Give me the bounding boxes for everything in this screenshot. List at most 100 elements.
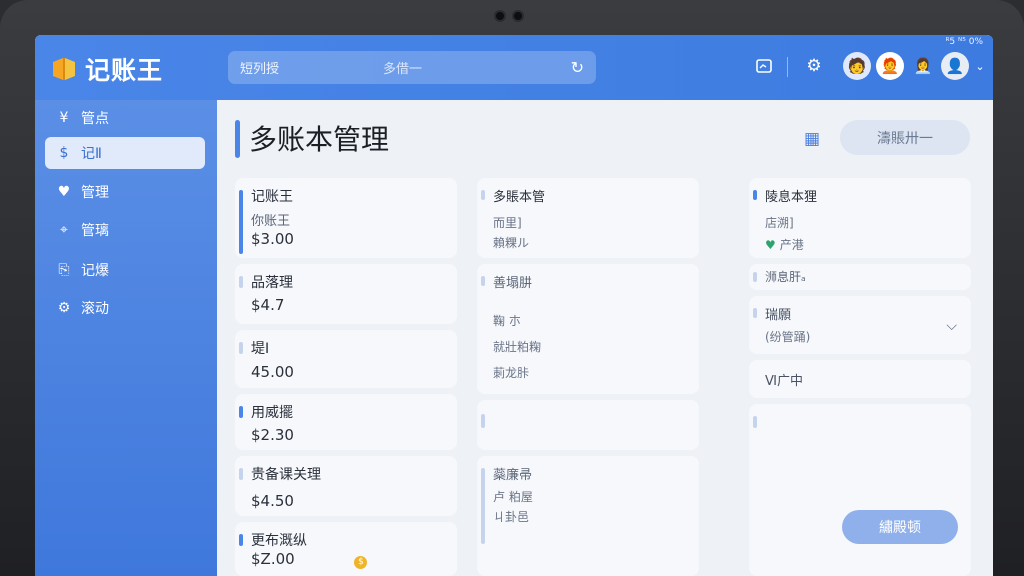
status-bar: ᴿ5 ᴺ⁵ 0% [945,37,983,47]
new-ledger-button[interactable]: 濤賬卅一 [840,120,970,155]
sidebar: ¥ 管点 $ 记Ⅱ ♥ 管理 ⌖ 管璃 ⎘ 记爆 ⚙ 滚动 [35,100,217,576]
card-subtitle: (纷管踊) [765,330,811,344]
yen-icon: ¥ [59,110,69,126]
card-title: 多賬本管 [493,190,546,205]
gear-icon: ⚙ [57,300,71,316]
sidebar-item-settings[interactable]: ⚙ 滚动 [45,292,205,324]
ledger-card[interactable] [477,400,699,450]
wrench-icon: ⌖ [60,222,68,238]
ledger-card[interactable]: 记账王 你账王 $3.00 [235,178,457,258]
ledger-card[interactable]: 用威擺 $2.30 [235,394,457,450]
dollar-icon: $ [59,145,69,161]
card-accent [239,468,243,480]
calendar-icon[interactable]: ▦ [801,128,823,150]
camera-dot [514,12,522,20]
card-title: 品落理 [251,275,293,291]
card-accent [239,406,243,418]
ledger-card[interactable]: 品落理 $4.7 [235,264,457,324]
card-line: 而里] [493,216,522,230]
ledger-card[interactable]: 瑞願 (纷管踊) ⌵ [749,296,971,354]
chevron-down-icon[interactable]: ⌄ [969,55,991,77]
card-accent [481,468,485,544]
card-line: 鞠 朩 [493,314,521,328]
card-accent [481,414,485,428]
card-title: 堤Ⅰ [251,341,270,357]
sidebar-item-log[interactable]: ⎘ 记爆 [45,254,205,286]
top-bar: ᴿ5 ᴺ⁵ 0% 记账王 短列授 多借一 ↻ ⚙ 🧑 🧑‍🦰 👩‍💼 👤 ⌄ [35,35,993,100]
toolbar-divider [787,57,788,77]
card-amount: $4.7 [251,296,285,314]
card-line: ㄐ卦邑 [493,510,530,524]
search-placeholder: 多借一 [383,62,423,77]
card-amount: $4.50 [251,492,294,510]
sidebar-item-label: 管理 [81,185,109,201]
card-title: 更布溉纵 [251,533,307,549]
card-badge-label: 产港 [779,238,804,252]
card-amount-value: $Z.00 [251,550,295,568]
add-record-button[interactable]: 繡殿顿 [842,510,958,544]
refresh-icon[interactable]: ↻ [571,58,584,77]
card-line: 店溯] [765,216,794,230]
card-line: 賴粿ル [493,236,530,250]
card-subtitle: 你账王 [251,214,291,229]
card-accent [753,190,757,200]
ledger-card[interactable]: 更布溉纵 $Z.00 $ [235,522,457,576]
ledger-card[interactable]: 多賬本管 而里] 賴粿ル [477,178,699,258]
main-content: 多账本管理 ▦ 濤賬卅一 记账王 你账王 $3.00 品落理 $4.7 堤Ⅰ 4… [217,100,993,576]
avatar[interactable]: 👩‍💼 [909,52,937,80]
ledger-card[interactable]: 陵息本狸 店溯] ♥ 产港 [749,178,971,258]
search-left-text: 短列授 [240,62,280,77]
search-input[interactable]: 短列授 多借一 ↻ [228,51,596,84]
sidebar-item-tools[interactable]: ⌖ 管璃 [45,214,205,246]
document-icon: ⎘ [58,262,70,278]
ledger-card[interactable] [749,404,971,576]
sidebar-item-label: 管璃 [81,223,109,239]
gear-icon[interactable]: ⚙ [803,55,825,77]
card-accent [239,276,243,288]
card-line: 莿龙胩 [493,366,530,380]
app-logo[interactable]: 记账王 [51,51,163,87]
sidebar-item-label: 记Ⅱ [81,146,102,162]
card-title: 善塌肼 [493,276,533,291]
card-accent [239,534,243,546]
sidebar-item-manage[interactable]: ♥ 管理 [45,176,205,208]
card-title: 蘂廉帚 [493,468,533,483]
window-icon[interactable] [753,55,775,77]
card-accent [481,190,485,200]
ledger-card[interactable]: Ⅵ广中 [749,360,971,398]
card-amount: $2.30 [251,426,294,444]
coin-icon: $ [354,556,368,569]
card-accent [753,308,757,318]
card-title: 贵备课关理 [251,467,321,483]
ledger-card[interactable]: 堤Ⅰ 45.00 [235,330,457,388]
avatar[interactable]: 🧑‍🦰 [876,52,904,80]
camera-dot [496,12,504,20]
app-name: 记账王 [85,56,164,85]
card-accent [753,272,757,282]
ledger-card[interactable]: 浉息肝ₐ [749,264,971,290]
card-accent [753,416,757,428]
page-title: 多账本管理 [249,123,390,156]
sidebar-item-records[interactable]: $ 记Ⅱ [45,137,205,169]
card-amount: 45.00 [251,363,294,381]
card-title: 陵息本狸 [765,190,818,205]
card-amount: $Z.00 $ [251,550,368,569]
card-accent [481,276,485,286]
card-title: 用威擺 [251,405,293,421]
sidebar-item-overview[interactable]: ¥ 管点 [45,102,205,134]
chevron-down-icon[interactable]: ⌵ [946,318,957,334]
card-title: 记账王 [251,189,293,205]
ledger-card[interactable]: 善塌肼 鞠 朩 就壯粕粷 莿龙胩 [477,264,699,394]
sidebar-item-label: 记爆 [81,263,109,279]
avatar[interactable]: 🧑 [843,52,871,80]
ledger-logo-icon [53,58,75,80]
avatar[interactable]: 👤 [941,52,969,80]
title-accent [235,120,240,158]
card-accent [239,342,243,354]
ledger-card[interactable]: 贵备课关理 $4.50 [235,456,457,516]
app-screen: ᴿ5 ᴺ⁵ 0% 记账王 短列授 多借一 ↻ ⚙ 🧑 🧑‍🦰 👩‍💼 👤 ⌄ ¥ [35,35,993,576]
card-line: 卢 粕屋 [493,490,533,504]
ledger-card[interactable]: 蘂廉帚 卢 粕屋 ㄐ卦邑 [477,456,699,576]
sidebar-item-label: 管点 [81,111,109,127]
card-badge: ♥ 产港 [765,236,804,253]
